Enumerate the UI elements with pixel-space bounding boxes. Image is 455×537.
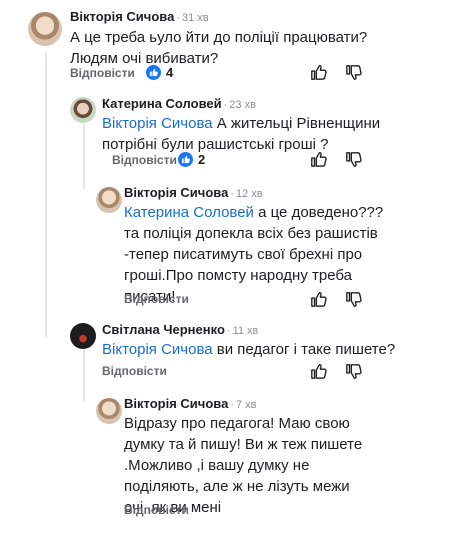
timestamp[interactable]: 11 хв xyxy=(233,325,259,337)
comment-text-line: -тепер писатимуть свої брехні про xyxy=(124,246,363,263)
timestamp[interactable]: 23 хв xyxy=(229,99,256,111)
timestamp[interactable]: 7 хв xyxy=(236,399,257,411)
comment-text-line: .Можливо ,і вашу думку не xyxy=(124,457,310,474)
comment-text-line: Відразу про педагога! Маю свою xyxy=(124,415,350,432)
reaction-count[interactable]: 4 xyxy=(146,65,173,80)
author-name[interactable]: Вікторія Сичова xyxy=(124,396,228,411)
timestamp[interactable]: 12 хв xyxy=(236,188,263,200)
timestamp[interactable]: 31 хв xyxy=(182,12,209,24)
comment-text-line: Вікторія Сичова А жительці Рівненщини xyxy=(102,115,381,132)
avatar[interactable] xyxy=(28,12,62,46)
thumb-down-icon[interactable] xyxy=(345,363,363,381)
reply-button[interactable]: Відповісти xyxy=(124,292,189,306)
avatar[interactable] xyxy=(96,187,122,213)
thread-line xyxy=(83,346,85,401)
author-name[interactable]: Вікторія Сичова xyxy=(70,9,174,24)
separator: · xyxy=(230,188,234,200)
separator: · xyxy=(230,399,234,411)
comment-text-line: А це треба ьуло йти до поліції працювати… xyxy=(70,29,368,46)
comment-text-line: Катерина Соловей а це доведено??? xyxy=(124,204,384,221)
thumb-down-icon[interactable] xyxy=(345,64,363,82)
thumb-down-icon[interactable] xyxy=(345,291,363,309)
comment-header: Вікторія Сичова · 31 хв xyxy=(70,9,209,26)
reply-button[interactable]: Відповісти xyxy=(102,364,167,378)
avatar[interactable] xyxy=(70,97,96,123)
comment-text: Вікторія Сичова А жительці Рівненщини по… xyxy=(102,113,380,155)
thumb-up-icon[interactable] xyxy=(310,290,328,308)
mention-link[interactable]: Вікторія Сичова xyxy=(102,341,213,358)
author-name[interactable]: Світлана Черненко xyxy=(102,322,225,337)
author-name[interactable]: Катерина Соловей xyxy=(102,96,222,111)
reaction-count-value: 4 xyxy=(166,65,174,80)
comment-header: Катерина Соловей · 23 хв xyxy=(102,96,256,113)
author-name[interactable]: Вікторія Сичова xyxy=(124,185,228,200)
avatar[interactable] xyxy=(96,398,122,424)
thumb-up-icon[interactable] xyxy=(310,150,328,168)
avatar[interactable] xyxy=(70,323,96,349)
reply-button[interactable]: Відповісти xyxy=(112,153,177,167)
comment-text-line: Вікторія Сичова ви педагог і таке пишете… xyxy=(102,341,396,358)
separator: · xyxy=(176,12,180,24)
reaction-count-value: 2 xyxy=(198,152,206,167)
comment-text: Вікторія Сичова ви педагог і таке пишете… xyxy=(102,339,395,360)
separator: · xyxy=(223,99,228,111)
reaction-count[interactable]: 2 xyxy=(178,152,205,167)
comment-text-line: гроші.Про помсту народну треба xyxy=(124,267,352,284)
like-badge-icon xyxy=(146,65,161,80)
comment-header: Вікторія Сичова · 7 хв xyxy=(124,396,257,413)
thumb-up-icon[interactable] xyxy=(310,63,328,81)
thread-line xyxy=(45,52,47,337)
reply-button[interactable]: Відповісти xyxy=(124,503,189,517)
comment-text-line: думку та й пишу! Ви ж теж пишете xyxy=(124,436,363,453)
thread-line xyxy=(83,124,85,189)
reply-button[interactable]: Відповісти xyxy=(70,66,135,80)
mention-link[interactable]: Вікторія Сичова xyxy=(102,115,213,132)
thumb-up-icon[interactable] xyxy=(310,362,328,380)
separator: · xyxy=(226,325,231,337)
comment-text-line: та поліція допекла всіх без рашистів xyxy=(124,225,378,242)
comment-text-line: поділяють, але ж не лізуть межи xyxy=(124,478,350,495)
mention-link[interactable]: Катерина Соловей xyxy=(124,204,254,221)
like-badge-icon xyxy=(178,152,193,167)
comment-text-line: потрібні були рашистські гроші ? xyxy=(102,136,329,153)
comment-header: Світлана Черненко · 11 хв xyxy=(102,322,258,339)
thumb-down-icon[interactable] xyxy=(345,151,363,169)
comment-header: Вікторія Сичова · 12 хв xyxy=(124,185,263,202)
